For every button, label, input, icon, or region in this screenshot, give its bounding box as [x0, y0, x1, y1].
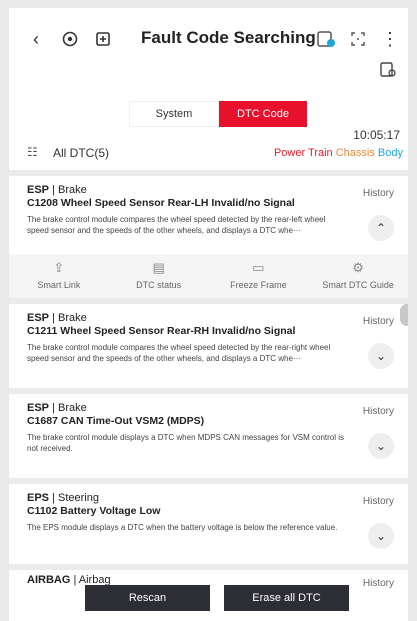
tab-dtc-code[interactable]: DTC Code [219, 101, 307, 127]
history-label: History [362, 188, 394, 199]
dtc-item[interactable]: ESP | Brake C1208 Wheel Speed Sensor Rea… [9, 184, 408, 252]
more-icon[interactable]: ⋮ [379, 28, 401, 50]
history-label: History [362, 316, 394, 327]
smart-dtc-guide-button[interactable]: ⚙ Smart DTC Guide [308, 254, 408, 298]
dtc-item[interactable]: EPS | Steering C1102 Battery Voltage Low… [9, 492, 408, 562]
system-filters: Power Train Chassis Body [274, 147, 403, 159]
smart-link-button[interactable]: ⇪ Smart Link [9, 254, 109, 298]
dtc-description: The brake control module compares the wh… [27, 343, 331, 363]
dtc-list-header: ☷ All DTC(5) Power Train Chassis Body [27, 145, 403, 163]
device-icon[interactable] [378, 60, 398, 80]
filter-chassis[interactable]: Chassis [336, 147, 375, 159]
view-toggle: System DTC Code [129, 101, 307, 127]
dtc-module: ESP | Brake [27, 184, 87, 196]
all-dtc-label: All DTC(5) [53, 146, 109, 160]
divider [9, 298, 408, 304]
page-title: Fault Code Searching [141, 28, 316, 47]
dtc-code: C1208 Wheel Speed Sensor Rear-LH Invalid… [27, 197, 295, 209]
dtc-description: The brake control module displays a DTC … [27, 433, 345, 453]
clock: 10:05:17 [353, 128, 400, 142]
freeze-frame-button[interactable]: ▭ Freeze Frame [209, 254, 309, 298]
collapse-button[interactable]: ⌃ [368, 215, 394, 241]
device-info-icon[interactable] [315, 28, 337, 50]
dtc-item[interactable]: ESP | Brake C1211 Wheel Speed Sensor Rea… [9, 312, 408, 382]
dtc-module: ESP | Brake [27, 402, 87, 414]
bottom-actions: Rescan Erase all DTC [85, 585, 349, 611]
dtc-code: C1102 Battery Voltage Low [27, 505, 161, 517]
dtc-description: The EPS module displays a DTC when the b… [27, 523, 338, 532]
divider [9, 564, 408, 570]
freeze-frame-icon: ▭ [252, 260, 265, 275]
chevron-up-icon: ⌃ [375, 221, 387, 235]
dtc-actions-bar: ⇪ Smart Link ▤ DTC status ▭ Freeze Frame… [9, 254, 408, 298]
share-icon: ⇪ [53, 260, 65, 275]
add-device-icon[interactable] [93, 28, 115, 50]
history-label: History [362, 496, 394, 507]
top-bar: ‹ Fault Code Searching ⋮ [9, 22, 408, 56]
chevron-down-icon: ⌄ [375, 349, 387, 363]
vehicle-icon[interactable] [59, 28, 81, 50]
dtc-item[interactable]: ESP | Brake C1687 CAN Time-Out VSM2 (MDP… [9, 402, 408, 472]
expand-button[interactable]: ⌄ [368, 343, 394, 369]
tab-system[interactable]: System [129, 101, 219, 127]
divider [9, 478, 408, 484]
filter-body[interactable]: Body [378, 147, 403, 159]
divider [9, 170, 408, 176]
app-screen: ‹ Fault Code Searching ⋮ System DTC Code… [9, 8, 408, 621]
chevron-left-icon[interactable]: ‹ [25, 28, 47, 50]
chevron-down-icon: ⌄ [375, 439, 387, 453]
erase-all-dtc-button[interactable]: Erase all DTC [224, 585, 349, 611]
history-label: History [362, 578, 394, 589]
filter-power-train[interactable]: Power Train [274, 147, 333, 159]
expand-button[interactable]: ⌄ [368, 433, 394, 459]
list-icon: ☷ [27, 145, 38, 159]
divider [9, 388, 408, 394]
expand-button[interactable]: ⌄ [368, 523, 394, 549]
dtc-status-button[interactable]: ▤ DTC status [109, 254, 209, 298]
rescan-button[interactable]: Rescan [85, 585, 210, 611]
dtc-status-icon: ▤ [152, 260, 165, 275]
dtc-description: The brake control module compares the wh… [27, 215, 326, 235]
expand-icon[interactable] [347, 28, 369, 50]
dtc-module: ESP | Brake [27, 312, 87, 324]
dtc-module: EPS | Steering [27, 492, 99, 504]
chevron-down-icon: ⌄ [375, 529, 387, 543]
guide-icon: ⚙ [352, 260, 364, 275]
dtc-code: C1687 CAN Time-Out VSM2 (MDPS) [27, 415, 205, 427]
dtc-code: C1211 Wheel Speed Sensor Rear-RH Invalid… [27, 325, 296, 337]
history-label: History [362, 406, 394, 417]
